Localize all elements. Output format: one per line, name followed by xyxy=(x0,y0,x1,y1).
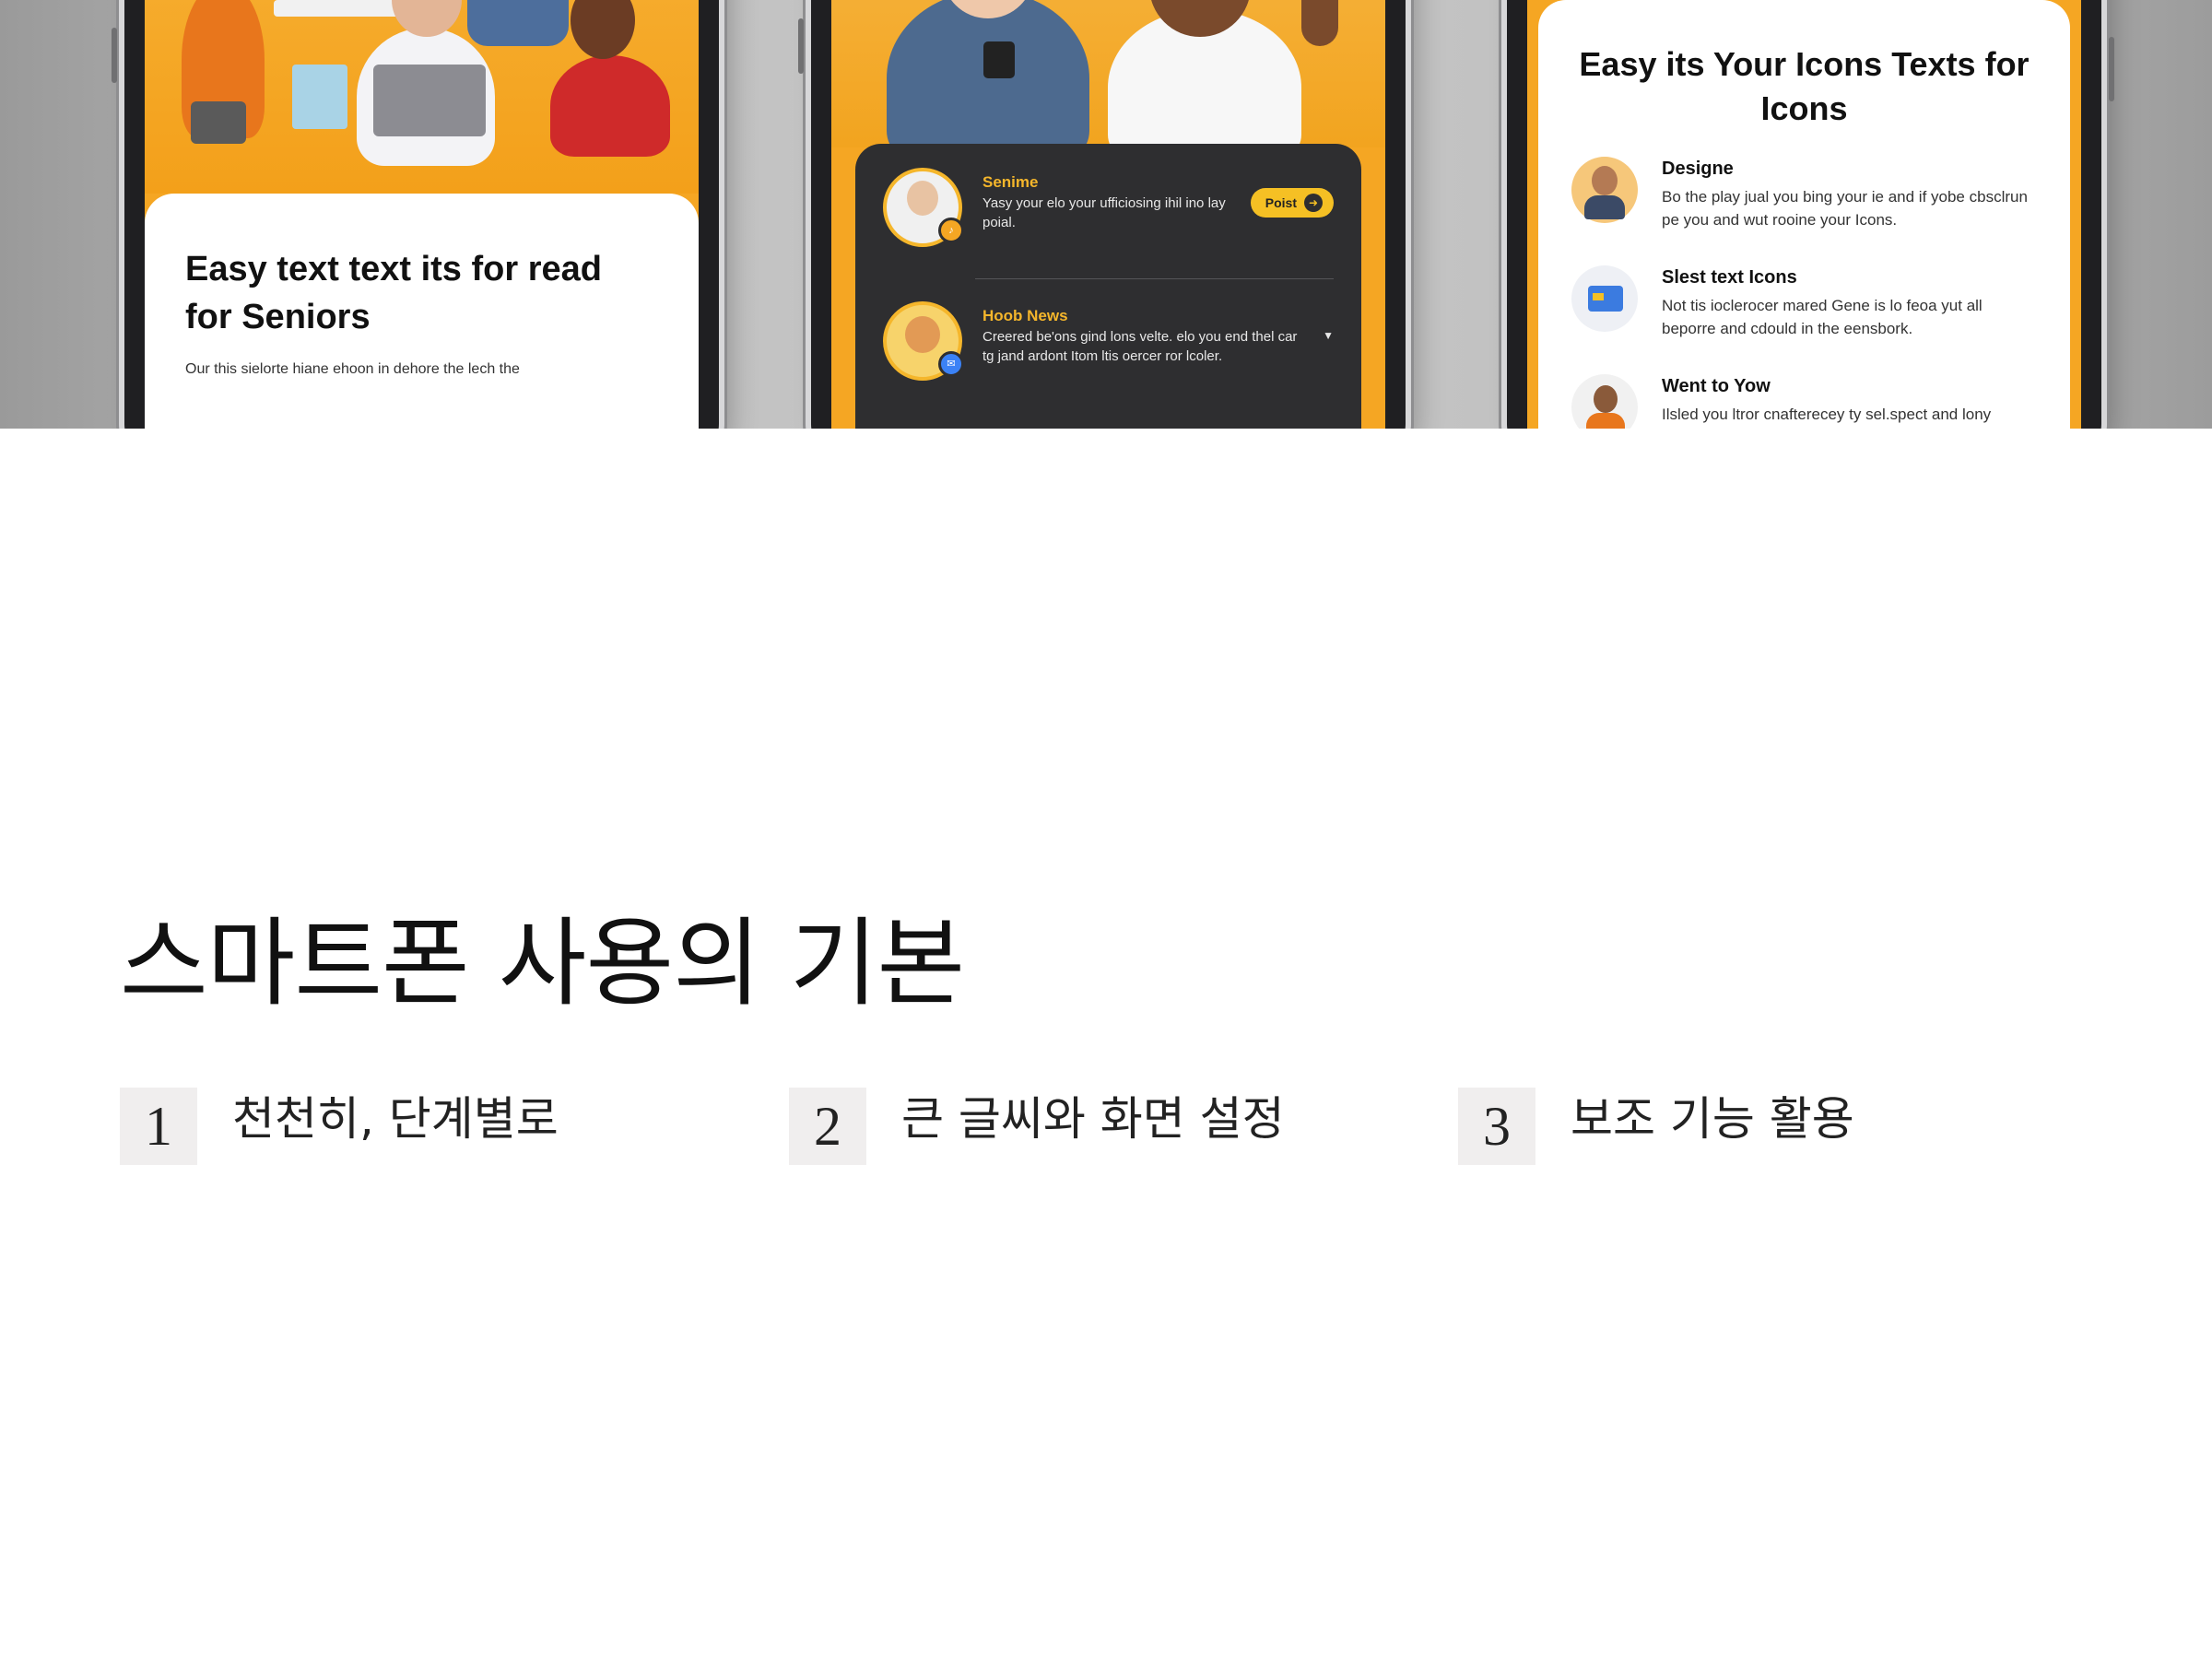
designer-avatar-icon xyxy=(1571,157,1638,223)
avatar-face xyxy=(1594,385,1618,413)
feed-item-name: Hoob News xyxy=(982,307,1068,324)
post-button[interactable]: Poist ➜ xyxy=(1250,188,1334,218)
step-number: 3 xyxy=(1458,1088,1535,1165)
feed-item[interactable]: ✉ Hoob News Creered be'ons gind lons vel… xyxy=(883,301,1334,412)
id-card-icon xyxy=(1571,265,1638,332)
hero-image: Easy text text its for read for Seniors … xyxy=(0,0,2212,429)
step-label: 보조 기능 활용 xyxy=(1571,1092,1854,1146)
list-item[interactable]: Slest text Icons Not tis ioclerocer mare… xyxy=(1571,265,2037,374)
arrow-icon: ➜ xyxy=(1304,194,1323,212)
list-item-title: Went to Yow xyxy=(1662,376,1771,396)
step-label: 천천히, 단계별로 xyxy=(232,1092,559,1146)
icons-card: Easy its Your Icons Texts for Icons Desi… xyxy=(1538,0,2070,429)
info-card: Easy text text its for read for Seniors … xyxy=(145,194,699,429)
feed-text: Senime Yasy your elo your ufficiosing ih… xyxy=(982,168,1230,232)
divider xyxy=(975,278,1334,279)
person-head xyxy=(571,0,635,59)
person-avatar-icon xyxy=(1571,374,1638,429)
message-icon: ✉ xyxy=(938,351,964,377)
list-item-body: Not tis ioclerocer mared Gene is lo feoa… xyxy=(1662,297,1983,337)
avatar: ♪ xyxy=(883,168,964,247)
list-item-text: Slest text Icons Not tis ioclerocer mare… xyxy=(1662,265,2037,374)
waving-hand-icon xyxy=(1301,0,1338,46)
phone-side-button xyxy=(112,28,117,83)
list-item[interactable]: Designe Bo the play jual you bing your i… xyxy=(1571,157,2037,265)
chevron-down-icon[interactable]: ▼ xyxy=(1323,329,1334,342)
list-item[interactable]: Went to Yow Ilsled you ltror cnafterecey… xyxy=(1571,374,2037,429)
list-item-body: Bo the play jual you bing your ie and if… xyxy=(1662,188,2028,229)
phone-screen-2: ♪ Senime Yasy your elo your ufficiosing … xyxy=(831,0,1385,429)
person-figure xyxy=(550,55,670,157)
phone-side-button xyxy=(2109,37,2114,101)
post-button-label: Poist xyxy=(1265,195,1297,210)
phone-mockup-3: Easy its Your Icons Texts for Icons Desi… xyxy=(1507,0,2114,429)
phone-mockup-1: Easy text text its for read for Seniors … xyxy=(112,0,719,429)
list-item-body: Ilsled you ltror cnafterecey ty sel.spec… xyxy=(1662,406,1992,423)
list-item-text: Designe Bo the play jual you bing your i… xyxy=(1662,157,2037,265)
laptop-icon xyxy=(373,65,486,136)
couple-illustration xyxy=(831,0,1385,166)
smartphone-icon xyxy=(983,41,1015,78)
card-title: Easy text text its for read for Seniors xyxy=(185,250,602,336)
feed-item-body: Yasy your elo your ufficiosing ihil ino … xyxy=(982,195,1226,230)
section-title: 스마트폰 사용의 기본 xyxy=(120,907,965,1019)
step-label: 큰 글씨와 화면 설정 xyxy=(901,1092,1285,1146)
person-figure xyxy=(887,0,1089,166)
card-title: Easy its Your Icons Texts for Icons xyxy=(1579,45,2030,127)
step-number: 1 xyxy=(120,1088,197,1165)
camera-icon xyxy=(191,101,246,144)
card-subtitle: Our this sielorte hiane ehoon in dehore … xyxy=(185,361,520,377)
feed-item-name: Senime xyxy=(982,173,1039,191)
avatar-face xyxy=(905,316,940,353)
step-number: 2 xyxy=(789,1088,866,1165)
feed-text: Hoob News Creered be'ons gind lons velte… xyxy=(982,301,1302,366)
avatar-body xyxy=(1584,195,1625,219)
card-chip xyxy=(1593,293,1604,300)
phone-screen-3: Easy its Your Icons Texts for Icons Desi… xyxy=(1527,0,2081,429)
list-item-text: Went to Yow Ilsled you ltror cnafterecey… xyxy=(1662,374,1991,429)
person-figure xyxy=(467,0,569,46)
avatar: ✉ xyxy=(883,301,964,381)
avatar-body xyxy=(1586,413,1625,429)
phone-mockup-2: ♪ Senime Yasy your elo your ufficiosing … xyxy=(798,0,1406,429)
phone-screen-1: Easy text text its for read for Seniors … xyxy=(145,0,699,429)
bell-icon: ♪ xyxy=(938,218,964,243)
feed-item[interactable]: ♪ Senime Yasy your elo your ufficiosing … xyxy=(883,168,1334,278)
step-item-3: 3 보조 기능 활용 xyxy=(1458,1088,1854,1165)
step-item-1: 1 천천히, 단계별로 xyxy=(120,1088,559,1165)
step-item-2: 2 큰 글씨와 화면 설정 xyxy=(789,1088,1285,1165)
seniors-illustration xyxy=(145,0,699,194)
phone-side-button xyxy=(798,18,804,74)
list-item-title: Designe xyxy=(1662,159,1734,179)
avatar-face xyxy=(907,181,938,216)
list-item-title: Slest text Icons xyxy=(1662,267,1797,288)
news-feed-panel: ♪ Senime Yasy your elo your ufficiosing … xyxy=(855,144,1361,429)
feed-item-body: Creered be'ons gind lons velte. elo you … xyxy=(982,329,1298,364)
avatar-face xyxy=(1592,166,1618,195)
shopping-bag-icon xyxy=(292,65,347,129)
